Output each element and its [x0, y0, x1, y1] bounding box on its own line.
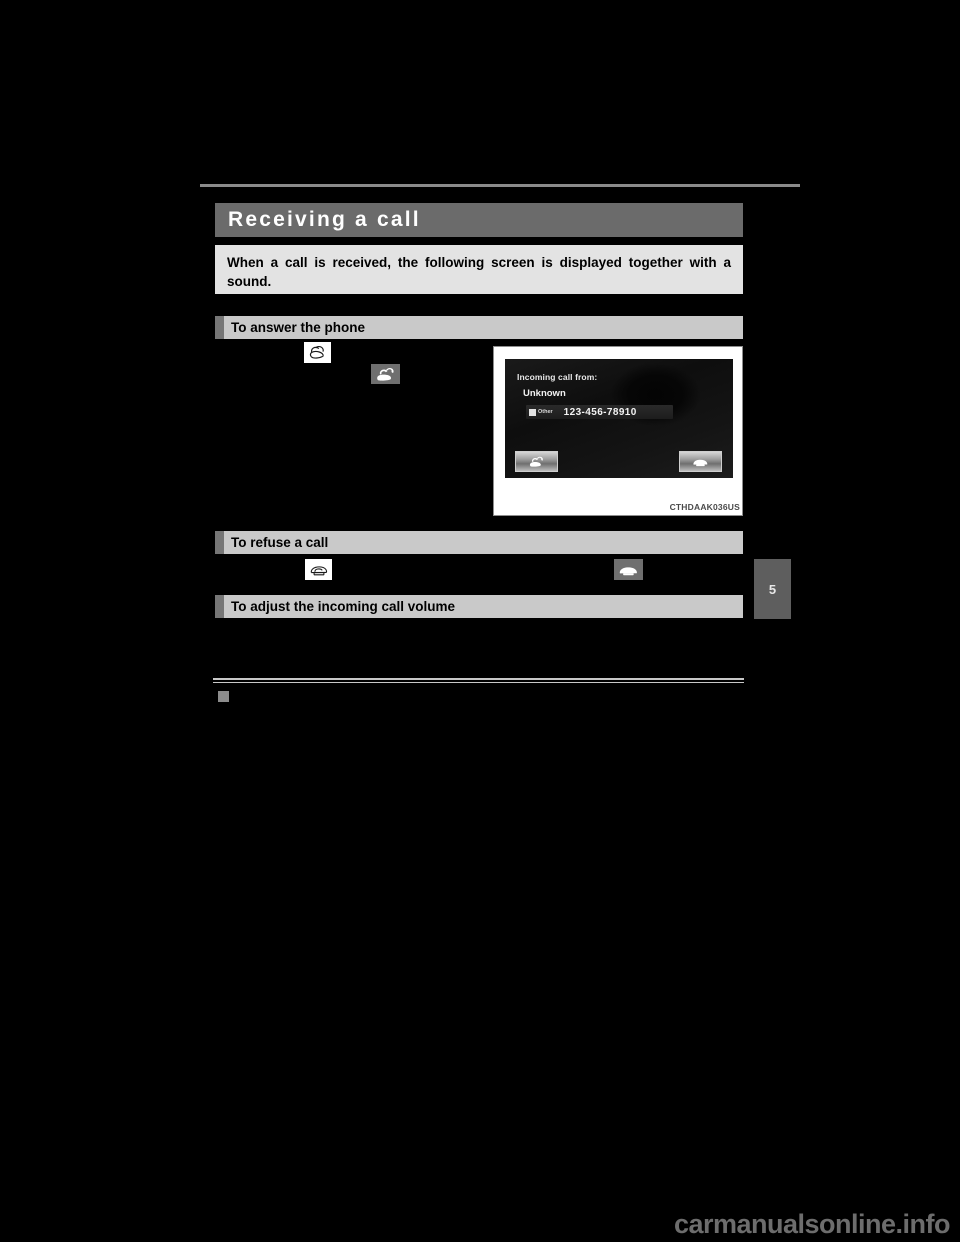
page-title-band: Receiving a call [215, 203, 743, 237]
chapter-tab-number: 5 [768, 581, 777, 597]
phone-hangup-icon [693, 459, 708, 467]
intro-text: When a call is received, the following s… [227, 255, 731, 289]
manual-page: 5 Receiving a call When a call is receiv… [0, 0, 960, 1242]
number-type-icon [529, 408, 536, 416]
number-type-label: Other [538, 409, 553, 415]
section-divider [213, 678, 744, 683]
caller-name: Unknown [523, 388, 566, 399]
figure-caption: CTHDAAK036US [669, 502, 740, 512]
divider-line-bottom [213, 681, 744, 683]
section-heading-label: To adjust the incoming call volume [231, 599, 456, 614]
phone-answer-icon [529, 456, 543, 467]
page-title: Receiving a call [228, 208, 421, 231]
top-rule [200, 184, 800, 187]
phone-hangup-button-icon [614, 559, 643, 580]
phone-offhook-icon [304, 342, 331, 363]
section-heading-label: To refuse a call [231, 535, 329, 550]
section-header-volume: To adjust the incoming call volume [215, 595, 743, 618]
phone-answer-button-icon [371, 364, 400, 384]
note-bullet [218, 691, 229, 702]
screen-answer-button[interactable] [515, 451, 558, 472]
screen-hangup-button[interactable] [679, 451, 722, 472]
divider-line-top [213, 678, 744, 680]
figure-incoming-call-screen: Incoming call from: Unknown Other 123-45… [493, 346, 743, 516]
chapter-tab: 5 [754, 559, 791, 619]
nav-screen: Incoming call from: Unknown Other 123-45… [505, 359, 733, 478]
intro-box: When a call is received, the following s… [215, 245, 743, 294]
section-heading-label: To answer the phone [231, 320, 366, 335]
section-header-refuse: To refuse a call [215, 531, 743, 554]
watermark: carmanualsonline.info [673, 1209, 951, 1239]
caller-number: 123-456-78910 [563, 406, 637, 418]
incoming-call-prompt: Incoming call from: [517, 372, 598, 382]
phone-onhook-icon [305, 559, 332, 580]
caller-number-field: Other 123-456-78910 [526, 405, 673, 419]
section-header-answer: To answer the phone [215, 316, 743, 339]
